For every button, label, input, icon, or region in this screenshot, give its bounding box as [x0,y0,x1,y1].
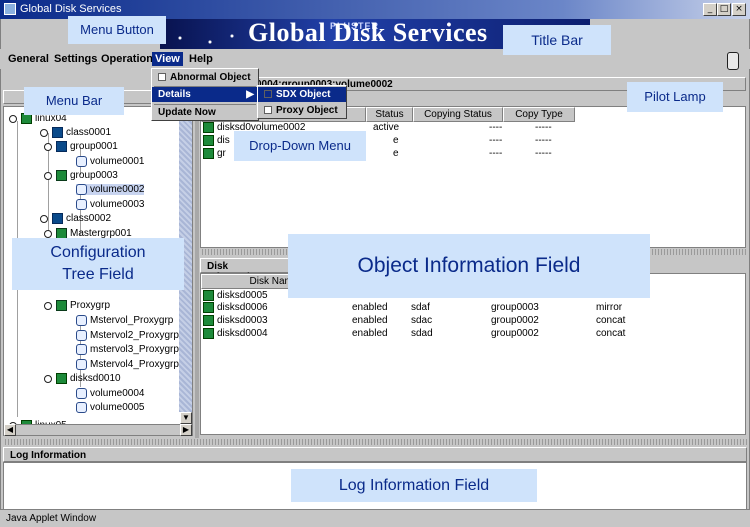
tree-node-volume[interactable]: mstervol3_Proxygrp [76,344,179,355]
object-table[interactable]: Status Copying Status Copy Type disksd0v… [200,106,746,248]
scroll-down-icon[interactable]: ▼ [180,412,192,424]
banner-decoration [170,32,240,46]
expand-key-icon[interactable] [40,214,48,223]
menu-operation[interactable]: Operation [98,52,156,66]
disk-icon [203,302,214,313]
callout-title-bar: Title Bar [503,25,611,55]
volume-icon [76,330,87,341]
expand-key-icon[interactable] [44,374,52,383]
view-dropdown-menu: Abnormal Object Details ▶ Update Now [151,68,259,121]
banner-logo: Global Disk Services [248,19,488,47]
close-button[interactable]: × [732,3,746,16]
volume-icon [76,402,87,413]
callout-pilot-lamp: Pilot Lamp [627,82,723,112]
volume-icon [76,199,87,210]
disk-icon [203,148,214,159]
checkbox-icon[interactable] [264,106,272,115]
scroll-right-icon[interactable]: ▶ [180,424,192,436]
tree-node-class[interactable]: class0002 [40,213,111,224]
callout-log-information: Log Information Field [291,469,537,502]
expand-key-icon[interactable] [44,229,52,238]
column-header-copy-type[interactable]: Copy Type [503,107,575,122]
group-icon [56,300,67,311]
volume-icon [76,388,87,399]
callout-menu-bar: Menu Bar [24,87,124,115]
expand-key-icon[interactable] [40,128,48,137]
group-icon [56,170,67,181]
disk-icon [203,328,214,339]
group-icon [56,141,67,152]
details-submenu: SDX Object Proxy Object [257,85,347,119]
volume-icon [76,344,87,355]
tree-horizontal-scrollbar[interactable]: ◀ ▶ [3,424,193,436]
checkbox-checked-icon[interactable] [264,90,272,99]
minimize-button[interactable]: _ [703,3,717,16]
volume-icon [76,359,87,370]
class-icon [52,127,63,138]
tree-node-volume[interactable]: Mstervol_Proxygrp [76,315,173,326]
menu-general[interactable]: General [5,52,52,66]
expand-key-icon[interactable] [44,142,52,151]
menu-settings[interactable]: Settings [51,52,100,66]
table-row[interactable]: gr [203,148,226,159]
table-row[interactable]: disksd0006 [203,302,268,313]
disk-icon [203,315,214,326]
disk-info-tab[interactable]: Disk Information [200,258,292,283]
tree-node-volume[interactable]: volume0004 [76,388,144,399]
menu-view[interactable]: View [152,52,183,66]
log-header: Log Information [3,447,747,462]
table-row[interactable]: dis [203,135,230,146]
menu-help[interactable]: Help [186,52,216,66]
expand-key-icon[interactable] [9,114,17,123]
expand-key-icon[interactable] [44,171,52,180]
maximize-button[interactable]: □ [717,3,731,16]
menu-item-update-now[interactable]: Update Now [152,105,258,120]
log-splitter[interactable] [3,439,747,445]
callout-configuration-tree: Configuration Tree Field [12,238,184,290]
submenu-arrow-icon: ▶ [246,89,254,100]
tree-node-volume[interactable]: Mstervol4_Proxygrp [76,359,179,370]
tree-node-group[interactable]: group0003 [44,170,118,181]
volume-icon [76,184,87,195]
tree-node-volume[interactable]: volume0001 [76,156,144,167]
window-title: Global Disk Services [20,3,122,15]
table-row[interactable]: disksd0005 [203,290,268,301]
table-row[interactable]: disksd0004 [203,328,268,339]
pilot-lamp-icon[interactable] [727,52,739,70]
tree-node-class[interactable]: class0001 [40,127,111,138]
menu-bar: General Settings Operation View Help [0,49,750,69]
table-row[interactable]: disksd0003 [203,315,268,326]
tree-node-disk[interactable]: disksd0010 [44,373,121,384]
menu-item-details[interactable]: Details ▶ [152,87,258,102]
menu-item-abnormal-object[interactable]: Abnormal Object [152,70,258,85]
tree-node-volume[interactable]: volume0005 [76,402,144,413]
disk-icon [203,122,214,133]
volume-icon [76,315,87,326]
menu-item-sdx-object[interactable]: SDX Object [258,87,346,102]
class-icon [52,213,63,224]
disk-icon [203,135,214,146]
callout-dropdown-menu: Drop-Down Menu [234,131,366,161]
callout-object-information: Object Information Field [288,234,650,298]
app-icon [4,3,16,15]
column-header-copying-status[interactable]: Copying Status [413,107,503,122]
tree-node-volume[interactable]: Mstervol2_Proxygrp [76,330,179,341]
callout-menu-button: Menu Button [68,16,166,44]
status-bar: Java Applet Window [0,509,750,527]
tree-node-volume[interactable]: volume0003 [76,199,144,210]
menu-item-proxy-object[interactable]: Proxy Object [258,103,346,118]
checkbox-icon[interactable] [158,73,166,82]
tree-node-group[interactable]: Proxygrp [44,300,110,311]
expand-key-icon[interactable] [44,301,52,310]
disk-icon [203,290,214,301]
vertical-splitter[interactable] [195,88,199,438]
scroll-left-icon[interactable]: ◀ [4,424,16,436]
column-header-status[interactable]: Status [366,107,413,122]
tree-node-group[interactable]: group0001 [44,141,118,152]
volume-icon [76,156,87,167]
disk-icon [56,373,67,384]
tree-node-volume-selected[interactable]: volume0002 [76,184,145,196]
